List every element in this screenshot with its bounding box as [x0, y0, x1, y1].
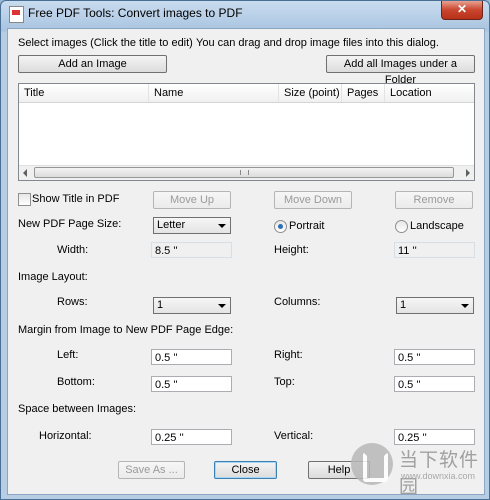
column-name[interactable]: Name: [149, 84, 279, 102]
move-down-button[interactable]: Move Down: [274, 191, 352, 209]
page-size-value: Letter: [157, 219, 186, 231]
top-margin-field[interactable]: 0.5 '': [394, 376, 475, 392]
watermark-url: www.downxia.com: [401, 471, 476, 481]
column-size[interactable]: Size (point): [279, 84, 342, 102]
right-margin-label: Right:: [274, 349, 303, 361]
pdf-app-icon: [9, 6, 24, 23]
space-between-label: Space between Images:: [18, 403, 137, 415]
dialog-client: Select images (Click the title to edit) …: [7, 28, 485, 495]
add-folder-button[interactable]: Add all Images under a Folder: [326, 55, 475, 86]
show-title-checkbox[interactable]: [18, 193, 31, 206]
portrait-radio[interactable]: [274, 220, 287, 233]
save-as-button[interactable]: Save As ...: [118, 461, 185, 479]
width-field: 8.5 '': [151, 242, 232, 258]
left-margin-label: Left:: [57, 349, 79, 361]
downxia-logo-icon: [351, 443, 393, 485]
rows-label: Rows:: [57, 296, 88, 308]
select-images-hint: Select images (Click the title to edit): [18, 37, 193, 49]
move-up-button[interactable]: Move Up: [153, 191, 231, 209]
show-title-label: Show Title in PDF: [32, 193, 120, 205]
rows-select[interactable]: 1: [153, 297, 231, 314]
height-label: Height:: [274, 244, 309, 256]
scroll-thumb[interactable]: [34, 167, 454, 178]
grip-icon: [240, 170, 249, 175]
column-title[interactable]: Title: [19, 84, 149, 102]
close-button[interactable]: Close: [214, 461, 277, 479]
columns-select[interactable]: 1: [396, 297, 474, 314]
remove-button[interactable]: Remove: [395, 191, 473, 209]
bottom-margin-label: Bottom:: [57, 376, 95, 388]
columns-value: 1: [400, 299, 407, 311]
margin-label: Margin from Image to New PDF Page Edge:: [18, 324, 234, 336]
top-margin-label: Top:: [274, 376, 295, 388]
height-field: 11 '': [394, 242, 475, 258]
right-margin-field[interactable]: 0.5 '': [394, 349, 475, 365]
landscape-label: Landscape: [410, 220, 464, 232]
width-label: Width:: [57, 244, 89, 256]
column-location[interactable]: Location: [385, 84, 474, 102]
page-size-label: New PDF Page Size:: [18, 218, 122, 230]
image-list-header: Title Name Size (point) Pages Location: [19, 84, 474, 103]
chevron-down-icon: [218, 224, 226, 228]
rows-value: 1: [157, 299, 164, 311]
chevron-down-icon: [218, 304, 226, 308]
scroll-left-icon[interactable]: [23, 169, 27, 177]
title-bar[interactable]: Free PDF Tools: Convert images to PDF ✕: [1, 1, 489, 27]
window-title: Free PDF Tools: Convert images to PDF: [28, 6, 243, 20]
horizontal-scrollbar[interactable]: [19, 165, 474, 180]
page-size-select[interactable]: Letter: [153, 217, 231, 234]
dialog-window: Free PDF Tools: Convert images to PDF ✕ …: [0, 0, 490, 500]
chevron-down-icon: [461, 304, 469, 308]
columns-label: Columns:: [274, 296, 321, 308]
scroll-right-icon[interactable]: [466, 169, 470, 177]
vertical-space-label: Vertical:: [274, 430, 314, 442]
drag-drop-hint: You can drag and drop image files into t…: [196, 37, 439, 49]
window-close-button[interactable]: ✕: [441, 1, 483, 20]
bottom-margin-field[interactable]: 0.5 '': [151, 376, 232, 392]
image-list[interactable]: Title Name Size (point) Pages Location: [18, 83, 475, 181]
add-image-button[interactable]: Add an Image: [18, 55, 167, 73]
watermark: 当下软件园 www.downxia.com: [351, 441, 487, 498]
horizontal-space-field[interactable]: 0.25 '': [151, 429, 232, 445]
image-layout-label: Image Layout:: [18, 271, 88, 283]
portrait-label: Portrait: [289, 220, 325, 232]
horizontal-space-label: Horizontal:: [39, 430, 92, 442]
landscape-radio[interactable]: [395, 220, 408, 233]
left-margin-field[interactable]: 0.5 '': [151, 349, 232, 365]
column-pages[interactable]: Pages: [342, 84, 385, 102]
